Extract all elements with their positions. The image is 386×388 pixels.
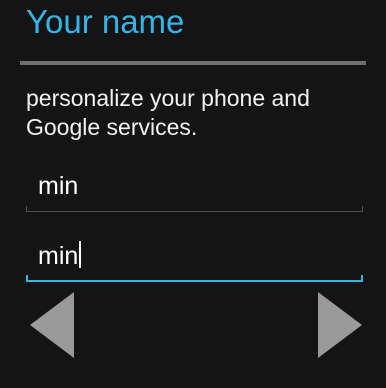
right-triangle-icon: [318, 292, 362, 358]
description-text: personalize your phone and Google servic…: [26, 85, 310, 140]
next-button[interactable]: [314, 290, 378, 360]
left-triangle-icon: [30, 292, 74, 358]
setup-screen: Your name personalize your phone and Goo…: [0, 0, 386, 388]
last-name-input: min: [38, 241, 82, 270]
last-name-value: min: [38, 242, 79, 270]
back-button[interactable]: [28, 290, 92, 360]
title-divider: [20, 61, 366, 65]
field-underline-focused: [26, 280, 363, 282]
first-name-value: min: [38, 172, 79, 200]
field-underline: [26, 211, 363, 212]
page-title: Your name: [26, 3, 185, 40]
first-name-field[interactable]: min: [26, 164, 363, 212]
last-name-field[interactable]: min: [26, 234, 363, 282]
text-cursor: [79, 241, 82, 268]
